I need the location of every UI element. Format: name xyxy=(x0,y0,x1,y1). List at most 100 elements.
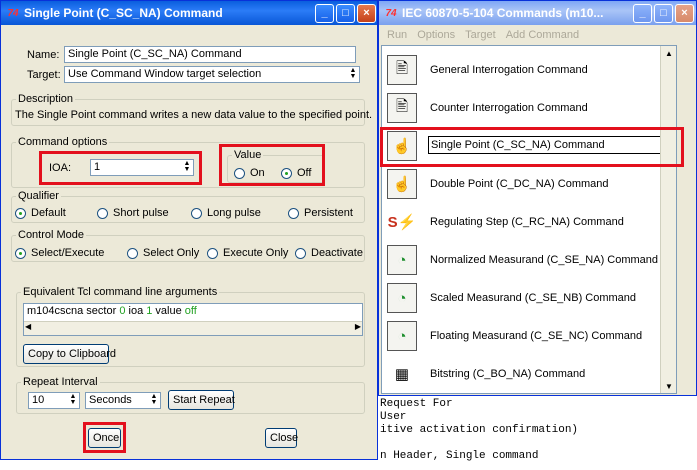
command-label: Double Point (C_DC_NA) Command xyxy=(430,178,609,190)
value-highlight xyxy=(219,144,325,186)
qualifier-persistent-radio[interactable]: Persistent xyxy=(288,207,353,219)
command-label: Scaled Measurand (C_SE_NB) Command xyxy=(430,292,637,304)
name-label: Name: xyxy=(27,49,60,61)
scroll-down-icon[interactable]: ▼ xyxy=(661,379,676,393)
command-label: Bitstring (C_BO_NA) Command xyxy=(430,368,586,380)
tcl-command-field[interactable]: m104cscna sector 0 ioa 1 value off ◀ ▶ xyxy=(23,303,363,336)
scroll-up-icon[interactable]: ▲ xyxy=(661,46,676,62)
radio-off-icon xyxy=(127,247,138,259)
radio-off-icon xyxy=(191,207,202,219)
tcl-text: ioa xyxy=(125,305,147,317)
app-logo-icon: 74 xyxy=(7,7,19,19)
qualifier-option-label: Short pulse xyxy=(113,207,169,219)
close-icon[interactable]: × xyxy=(357,4,376,23)
desktop: Request For User itive activation confir… xyxy=(0,0,697,470)
menu-run[interactable]: Run xyxy=(387,26,407,44)
control-mode-title: Control Mode xyxy=(16,229,87,241)
copy-to-clipboard-button[interactable]: Copy to Clipboard xyxy=(23,344,116,364)
scroll-left-icon[interactable]: ◀ xyxy=(25,322,31,331)
qualifier-option-label: Default xyxy=(31,207,66,219)
single-point-dialog: 74 Single Point (C_SC_NA) Command _ □ × … xyxy=(0,0,378,460)
control-execute-only-radio[interactable]: Execute Only xyxy=(207,247,288,259)
control-deactivate-radio[interactable]: Deactivate xyxy=(295,247,363,259)
gauge-icon: ◔ xyxy=(387,321,417,351)
description-group: Description The Single Point command wri… xyxy=(11,93,372,126)
start-repeat-button[interactable]: Start Repeat xyxy=(168,390,235,410)
name-field[interactable]: Single Point (C_SC_NA) Command xyxy=(64,46,356,63)
console-output: Request For User itive activation confir… xyxy=(380,398,697,470)
command-item-general-interrogation[interactable]: 🖹 General Interrogation Command xyxy=(382,52,660,90)
hand-switch-icon: ☝ xyxy=(387,169,417,199)
dialog-titlebar[interactable]: 74 Single Point (C_SC_NA) Command _ □ × xyxy=(1,1,377,25)
control-mode-option-label: Select/Execute xyxy=(31,247,105,259)
console-line: n Header, Single command xyxy=(380,450,539,462)
target-value: Use Command Window target selection xyxy=(68,68,262,80)
menu-add-command[interactable]: Add Command xyxy=(506,26,579,44)
chip-icon: ▦ xyxy=(394,366,410,383)
tcl-text: m104cscna sector xyxy=(27,305,120,317)
repeat-interval-title: Repeat Interval xyxy=(21,376,100,388)
qualifier-long-pulse-radio[interactable]: Long pulse xyxy=(191,207,261,219)
command-item-counter-interrogation[interactable]: 🖹 Counter Interrogation Command xyxy=(382,90,660,128)
single-point-highlight xyxy=(380,127,684,167)
repeat-unit: Seconds xyxy=(89,394,132,406)
menu-options[interactable]: Options xyxy=(417,26,455,44)
radio-off-icon xyxy=(295,247,306,259)
minimize-icon[interactable]: _ xyxy=(315,4,334,23)
target-select[interactable]: Use Command Window target selection ▲ ▼ xyxy=(64,66,360,83)
command-list: 🖹 General Interrogation Command 🖹 Counte… xyxy=(381,45,677,394)
commands-titlebar[interactable]: 74 IEC 60870-5-104 Commands (m10... _ □ … xyxy=(379,1,696,25)
control-mode-option-label: Execute Only xyxy=(223,247,289,259)
horizontal-scrollbar[interactable]: ◀ ▶ xyxy=(24,321,362,335)
tcl-title: Equivalent Tcl command line arguments xyxy=(21,286,220,298)
once-highlight xyxy=(83,422,126,453)
dialog-title: Single Point (C_SC_NA) Command xyxy=(24,6,223,20)
tcl-value-value: off xyxy=(184,305,197,317)
repeat-value: 10 xyxy=(32,394,45,406)
qualifier-option-label: Persistent xyxy=(304,207,353,219)
command-item-normalized-measurand[interactable]: ◔ Normalized Measurand (C_SE_NA) Command xyxy=(382,242,660,280)
command-label: Counter Interrogation Command xyxy=(430,102,588,114)
menu-target[interactable]: Target xyxy=(465,26,496,44)
radio-off-icon xyxy=(207,247,218,259)
qualifier-default-radio[interactable]: Default xyxy=(15,207,66,219)
control-mode-option-label: Deactivate xyxy=(311,247,363,259)
commands-title: IEC 60870-5-104 Commands (m10... xyxy=(402,6,604,20)
control-select-execute-radio[interactable]: Select/Execute xyxy=(15,247,104,259)
minimize-icon[interactable]: _ xyxy=(633,4,652,23)
interrogation-icon: 🖹 xyxy=(387,93,417,123)
close-icon[interactable]: × xyxy=(675,4,694,23)
maximize-icon[interactable]: □ xyxy=(654,4,673,23)
qualifier-short-pulse-radio[interactable]: Short pulse xyxy=(97,207,169,219)
command-item-double-point[interactable]: ☝ Double Point (C_DC_NA) Command xyxy=(382,166,660,204)
console-line: User xyxy=(380,411,407,423)
commands-window: 74 IEC 60870-5-104 Commands (m10... _ □ … xyxy=(378,0,697,396)
commands-menubar: Run Options Target Add Command xyxy=(381,26,694,44)
console-line: Request For xyxy=(380,398,453,410)
command-label: Floating Measurand (C_SE_NC) Command xyxy=(430,330,643,342)
scroll-right-icon[interactable]: ▶ xyxy=(355,322,361,331)
vertical-scrollbar[interactable]: ▲ ▼ xyxy=(660,46,676,393)
app-logo-icon: 74 xyxy=(385,7,397,19)
description-title: Description xyxy=(16,93,76,105)
repeat-value-field[interactable]: 10 ▲ ▼ xyxy=(28,392,80,409)
radio-off-icon xyxy=(97,207,108,219)
command-item-bitstring[interactable]: ▦ Bitstring (C_BO_NA) Command xyxy=(382,356,660,393)
command-label: Normalized Measurand (C_SE_NA) Command xyxy=(430,254,659,266)
dropdown-arrow-icon[interactable]: ▲ ▼ xyxy=(348,67,358,81)
command-item-floating-measurand[interactable]: ◔ Floating Measurand (C_SE_NC) Command xyxy=(382,318,660,356)
gauge-icon: ◔ xyxy=(387,283,417,313)
control-select-only-radio[interactable]: Select Only xyxy=(127,247,199,259)
command-item-scaled-measurand[interactable]: ◔ Scaled Measurand (C_SE_NB) Command xyxy=(382,280,660,318)
qualifier-title: Qualifier xyxy=(16,190,61,202)
close-button[interactable]: Close xyxy=(265,428,298,448)
regulating-step-icon: S⚡ xyxy=(387,214,417,231)
command-label: General Interrogation Command xyxy=(430,64,588,76)
command-options-title: Command options xyxy=(16,136,110,148)
control-mode-option-label: Select Only xyxy=(143,247,200,259)
spinner-icon[interactable]: ▲ ▼ xyxy=(68,393,78,407)
repeat-unit-select[interactable]: Seconds ▲ ▼ xyxy=(85,392,161,409)
maximize-icon[interactable]: □ xyxy=(336,4,355,23)
command-item-regulating-step[interactable]: S⚡ Regulating Step (C_RC_NA) Command xyxy=(382,204,660,242)
dropdown-arrow-icon[interactable]: ▲ ▼ xyxy=(149,393,159,407)
